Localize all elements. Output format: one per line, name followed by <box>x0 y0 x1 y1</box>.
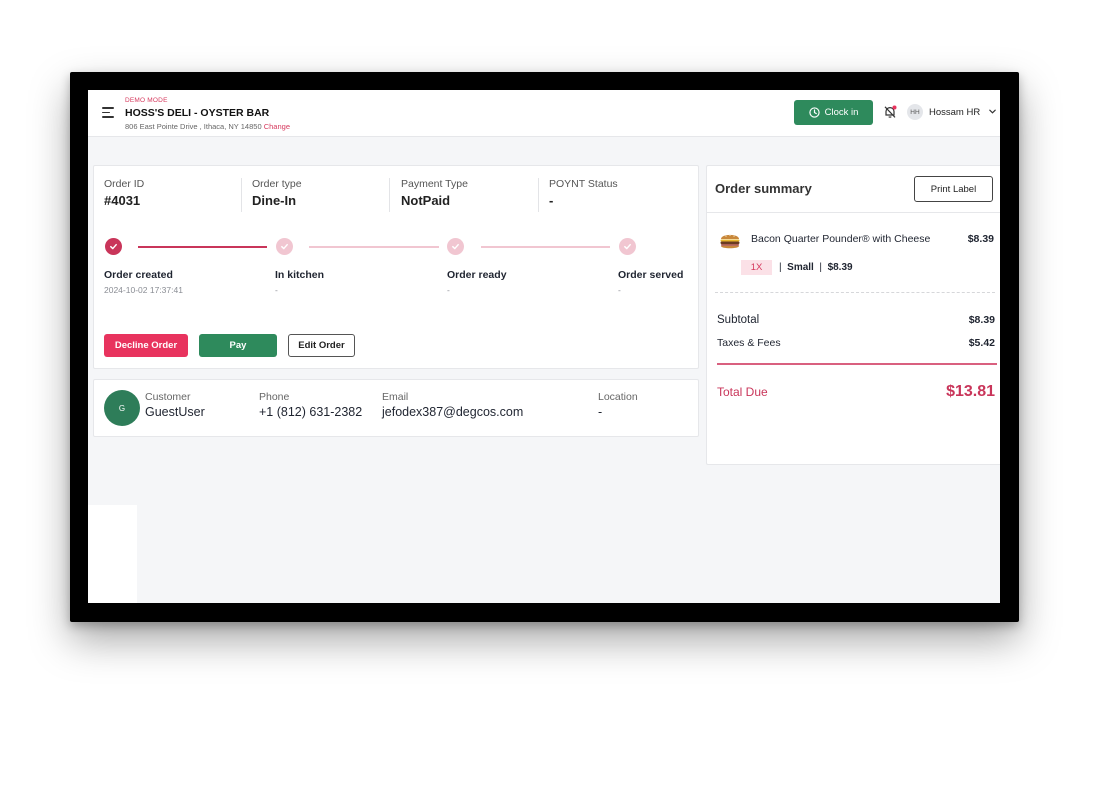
poynt-status-field: POYNT Status - <box>549 178 618 208</box>
step-served-check-icon <box>619 238 636 255</box>
clock-in-label: Clock in <box>824 107 859 118</box>
device-frame: DEMO MODE HOSS'S DELI - OYSTER BAR 806 E… <box>70 72 1019 622</box>
payment-type-value: NotPaid <box>401 193 451 208</box>
clock-in-button[interactable]: Clock in <box>794 100 873 125</box>
burger-item-icon <box>720 234 740 249</box>
store-name: HOSS'S DELI - OYSTER BAR <box>125 107 270 119</box>
divider <box>707 212 1000 213</box>
store-address: 806 East Pointe Drive , Ithaca, NY 14850… <box>125 122 290 131</box>
payment-type-field: Payment Type NotPaid <box>401 178 468 208</box>
clock-icon <box>808 107 820 118</box>
customer-email-field: Email jefodex387@degcos.com <box>382 391 523 419</box>
item-name: Bacon Quarter Pounder® with Cheese <box>751 233 931 245</box>
order-id-label: Order ID <box>104 178 145 190</box>
progress-line-1 <box>138 246 267 248</box>
notification-off-icon[interactable] <box>883 105 897 119</box>
user-avatar[interactable]: HH <box>907 104 923 120</box>
decline-order-button[interactable]: Decline Order <box>104 334 188 357</box>
customer-location-field: Location - <box>598 391 638 419</box>
subtotal-row: Subtotal $8.39 <box>717 314 995 326</box>
location-value: - <box>598 405 603 419</box>
top-bar: DEMO MODE HOSS'S DELI - OYSTER BAR 806 E… <box>88 90 1000 137</box>
taxes-label: Taxes & Fees <box>717 337 781 349</box>
hamburger-menu-icon[interactable] <box>102 107 114 118</box>
customer-card: G Customer GuestUser Phone +1 (812) 631-… <box>93 379 699 437</box>
item-quantity-badge: 1X <box>741 260 772 275</box>
location-label: Location <box>598 391 638 403</box>
step-served-time: - <box>618 285 621 295</box>
phone-value: +1 (812) 631-2382 <box>259 405 363 419</box>
taxes-row: Taxes & Fees $5.42 <box>717 337 995 349</box>
progress-line-2 <box>309 246 439 248</box>
step-ready-check-icon <box>447 238 464 255</box>
order-details-card: Order ID #4031 Order type Dine-In Paymen… <box>93 165 699 369</box>
step-created-check-icon <box>105 238 122 255</box>
app-screen: DEMO MODE HOSS'S DELI - OYSTER BAR 806 E… <box>88 90 1000 603</box>
poynt-status-value: - <box>549 193 554 208</box>
step-served-label: Order served <box>618 269 684 281</box>
item-price: $8.39 <box>967 233 994 245</box>
step-ready-label: Order ready <box>447 269 507 281</box>
customer-label: Customer <box>145 391 191 403</box>
customer-value: GuestUser <box>145 405 205 419</box>
progress-line-3 <box>481 246 610 248</box>
divider <box>389 178 390 212</box>
customer-avatar: G <box>104 390 140 426</box>
step-ready-time: - <box>447 285 450 295</box>
order-type-field: Order type Dine-In <box>252 178 302 208</box>
subtotal-label: Subtotal <box>717 314 760 326</box>
divider <box>538 178 539 212</box>
email-value: jefodex387@degcos.com <box>382 405 524 419</box>
dashed-divider <box>715 292 995 293</box>
total-due-label: Total Due <box>717 385 768 399</box>
step-created-label: Order created <box>104 269 173 281</box>
order-summary-title: Order summary <box>715 181 812 196</box>
poynt-status-label: POYNT Status <box>549 178 618 190</box>
step-kitchen-label: In kitchen <box>275 269 325 281</box>
phone-label: Phone <box>259 391 290 403</box>
order-id-field: Order ID #4031 <box>104 178 144 208</box>
payment-type-label: Payment Type <box>401 178 468 190</box>
divider <box>241 178 242 212</box>
order-type-label: Order type <box>252 178 302 190</box>
order-type-value: Dine-In <box>252 193 297 208</box>
order-id-value: #4031 <box>104 193 141 208</box>
order-summary-card: Order summary Print Label Bacon Quarter … <box>706 165 1000 465</box>
taxes-value: $5.42 <box>968 337 995 349</box>
item-variant: | Small | $8.39 <box>779 262 853 273</box>
total-due-row: Total Due $13.81 <box>717 383 995 401</box>
chevron-down-icon[interactable] <box>988 107 997 116</box>
edit-order-button[interactable]: Edit Order <box>288 334 355 357</box>
change-store-link[interactable]: Change <box>264 122 290 131</box>
step-kitchen-check-icon <box>276 238 293 255</box>
address-text: 806 East Pointe Drive , Ithaca, NY 14850 <box>125 122 262 131</box>
print-label-button[interactable]: Print Label <box>914 176 993 202</box>
customer-phone-field: Phone +1 (812) 631-2382 <box>259 391 362 419</box>
total-due-value: $13.81 <box>946 383 995 400</box>
total-divider <box>717 363 997 365</box>
sidebar-stub <box>88 505 137 603</box>
customer-name-field: Customer GuestUser <box>145 391 205 419</box>
subtotal-value: $8.39 <box>968 314 995 326</box>
item-unit-price: $8.39 <box>827 262 853 273</box>
email-label: Email <box>382 391 409 403</box>
step-kitchen-time: - <box>275 285 278 295</box>
user-name[interactable]: Hossam HR <box>929 107 980 118</box>
step-created-time: 2024-10-02 17:37:41 <box>104 285 183 295</box>
demo-mode-label: DEMO MODE <box>125 97 168 104</box>
item-size: Small <box>787 262 814 273</box>
pay-button[interactable]: Pay <box>199 334 277 357</box>
